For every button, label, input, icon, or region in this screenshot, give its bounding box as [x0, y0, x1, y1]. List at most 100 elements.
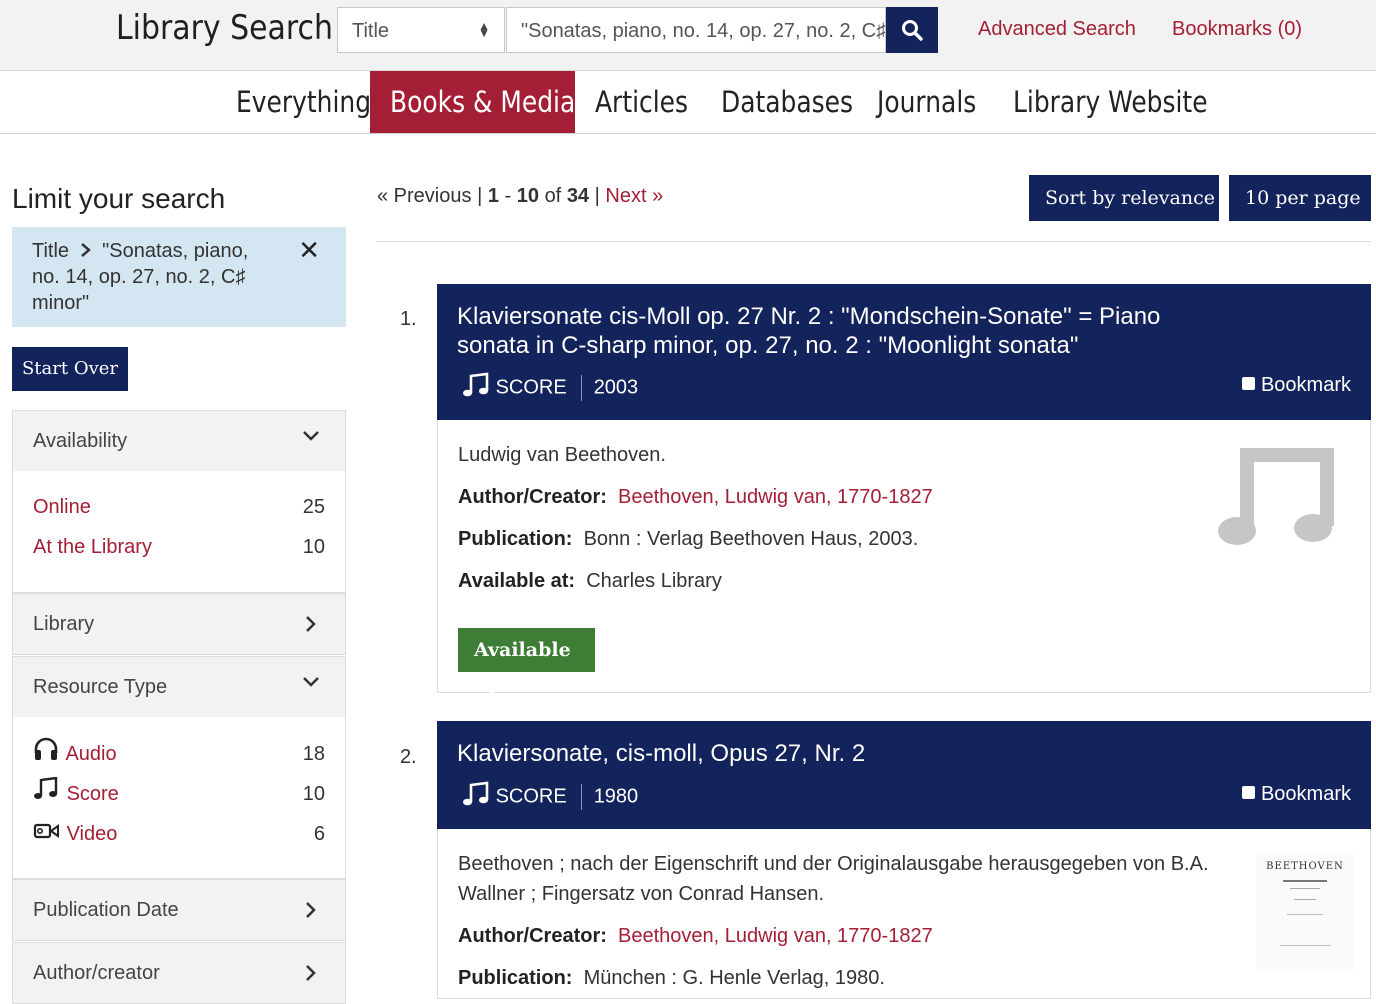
publication-label: Publication: — [458, 967, 573, 989]
author-row: Author/Creator: Beethoven, Ludwig van, 1… — [458, 925, 933, 948]
page-range-end: 10 — [516, 185, 539, 207]
facet-item-online[interactable]: Online 25 — [33, 487, 325, 527]
advanced-search-link[interactable]: Advanced Search — [978, 18, 1136, 41]
constraint-field: Title — [32, 240, 70, 262]
available-at-value: Charles Library — [586, 570, 722, 592]
statement-of-responsibility: Wallner ; Fingersatz von Conrad Hansen. — [458, 883, 824, 906]
pager-separator: | — [594, 185, 600, 207]
author-link[interactable]: Beethoven, Ludwig van, 1770-1827 — [618, 486, 933, 508]
facet-author-creator-label: Author/creator — [33, 962, 160, 984]
facet-author-creator: Author/creator — [12, 942, 346, 1004]
result-header: Klaviersonate cis-Moll op. 27 Nr. 2 : "M… — [437, 284, 1371, 420]
result-title-line: Klaviersonate cis-Moll op. 27 Nr. 2 : "M… — [457, 303, 1161, 330]
result-body: Beethoven ; nach der Eigenschrift und de… — [437, 829, 1371, 999]
brand-logo[interactable]: Library Search — [116, 8, 333, 48]
facet-publication-date-header[interactable]: Publication Date — [13, 880, 345, 940]
pagination: « Previous | 1 - 10 of 34 | Next » — [377, 185, 663, 208]
facet-availability-header[interactable]: Availability — [13, 411, 345, 471]
author-row: Author/Creator: Beethoven, Ludwig van, 1… — [458, 486, 933, 509]
page-range-of: of — [544, 185, 562, 207]
facet-library: Library — [12, 593, 346, 655]
bookmark-label: Bookmark — [1260, 783, 1351, 805]
facet-library-label: Library — [33, 613, 95, 635]
facet-item-count: 18 — [302, 743, 325, 765]
tab-articles[interactable]: Articles — [595, 71, 688, 133]
search-field-value: Title — [352, 20, 390, 42]
facet-publication-date: Publication Date — [12, 879, 346, 941]
facet-item-count: 25 — [302, 496, 325, 518]
facet-resource-type-header[interactable]: Resource Type — [13, 657, 345, 717]
book-cover-thumbnail[interactable]: BEETHOVEN — [1256, 853, 1354, 971]
meta-divider — [580, 784, 582, 810]
cover-line — [1283, 880, 1327, 882]
chevron-down-icon — [303, 431, 319, 441]
cover-line — [1280, 945, 1330, 946]
bookmark-label: Bookmark — [1260, 374, 1351, 396]
available-button[interactable]: Available — [458, 628, 595, 702]
result-year: 1980 — [593, 785, 639, 808]
result-number: 1. — [400, 308, 417, 330]
chevron-right-icon — [80, 243, 91, 257]
chevron-right-icon — [484, 684, 496, 702]
remove-constraint-close-icon[interactable]: ✕ — [298, 237, 320, 263]
facet-item-label: Audio — [65, 743, 117, 765]
result-title[interactable]: Klaviersonate, cis-moll, Opus 27, Nr. 2 — [457, 739, 1351, 768]
facet-item-score[interactable]: Score 10 — [33, 774, 325, 814]
total-results: 34 — [566, 185, 590, 207]
facet-author-creator-header[interactable]: Author/creator — [13, 943, 345, 1003]
music-note-placeholder-icon — [1218, 448, 1334, 545]
facet-availability: Availability Online 25 At the Library 10 — [12, 410, 346, 593]
result-year: 2003 — [593, 376, 639, 399]
bookmark-checkbox[interactable] — [1241, 377, 1255, 390]
facet-library-header[interactable]: Library — [13, 594, 345, 654]
tab-everything[interactable]: Everything — [236, 71, 371, 133]
book-cover-title: BEETHOVEN — [1266, 861, 1344, 872]
facet-item-audio[interactable]: Audio 18 — [33, 734, 325, 774]
chevron-down-icon — [303, 677, 319, 687]
pager-separator: | — [477, 185, 483, 207]
author-link[interactable]: Beethoven, Ludwig van, 1770-1827 — [618, 925, 933, 947]
statement-of-responsibility: Ludwig van Beethoven. — [458, 444, 666, 466]
tab-library-website[interactable]: Library Website — [1013, 71, 1208, 133]
facet-item-count: 10 — [302, 783, 325, 805]
start-over-button[interactable]: Start Over — [12, 347, 128, 391]
search-field-select[interactable]: Title ▲ ▼ — [337, 7, 505, 53]
result-format: SCORE — [495, 785, 567, 808]
facet-item-count: 10 — [302, 536, 325, 558]
bookmarks-link[interactable]: Bookmarks (0) — [1172, 18, 1302, 41]
available-label: Available — [474, 639, 571, 661]
facet-item-label: Score — [66, 783, 119, 805]
sort-dropdown[interactable]: Sort by relevance — [1029, 175, 1219, 246]
facet-item-label: At the Library — [33, 536, 152, 558]
search-input[interactable]: "Sonatas, piano, no. 14, op. 27, no. 2, … — [506, 7, 886, 53]
page-range-start: 1 — [487, 185, 499, 207]
next-link[interactable]: Next » — [605, 185, 663, 207]
facet-item-video[interactable]: Video 6 — [33, 814, 325, 854]
search-icon — [902, 20, 923, 41]
author-label: Author/Creator: — [458, 925, 607, 947]
publication-value: Bonn : Verlag Beethoven Haus, 2003. — [583, 528, 919, 550]
facet-item-at-the-library[interactable]: At the Library 10 — [33, 527, 325, 567]
bookmark-toggle[interactable]: Bookmark — [1241, 783, 1351, 806]
per-page-dropdown[interactable]: 10 per page — [1229, 175, 1371, 246]
search-tabs: Everything Books & Media Articles Databa… — [0, 71, 1376, 134]
available-at-label: Available at: — [458, 570, 576, 592]
tab-journals[interactable]: Journals — [877, 71, 976, 133]
bookmark-toggle[interactable]: Bookmark — [1241, 374, 1351, 397]
page-range-dash: - — [504, 185, 512, 207]
search-button[interactable] — [886, 7, 938, 53]
result-title[interactable]: Klaviersonate cis-Moll op. 27 Nr. 2 : "M… — [457, 302, 1351, 360]
chevron-right-icon — [306, 965, 316, 981]
sort-label: Sort by relevance — [1045, 187, 1215, 209]
chevron-right-icon — [306, 616, 316, 632]
result-meta: SCORE 2003 — [462, 372, 638, 404]
statement-of-responsibility: Beethoven ; nach der Eigenschrift und de… — [458, 853, 1209, 876]
result-format: SCORE — [495, 376, 567, 399]
tab-databases[interactable]: Databases — [721, 71, 853, 133]
bookmark-checkbox[interactable] — [1241, 786, 1255, 799]
previous-link: « Previous — [377, 185, 472, 207]
publication-row: Publication: München : G. Henle Verlag, … — [458, 967, 885, 990]
tab-books-media[interactable]: Books & Media — [390, 71, 575, 133]
result-number: 2. — [400, 746, 417, 768]
facet-item-count: 6 — [313, 823, 325, 845]
